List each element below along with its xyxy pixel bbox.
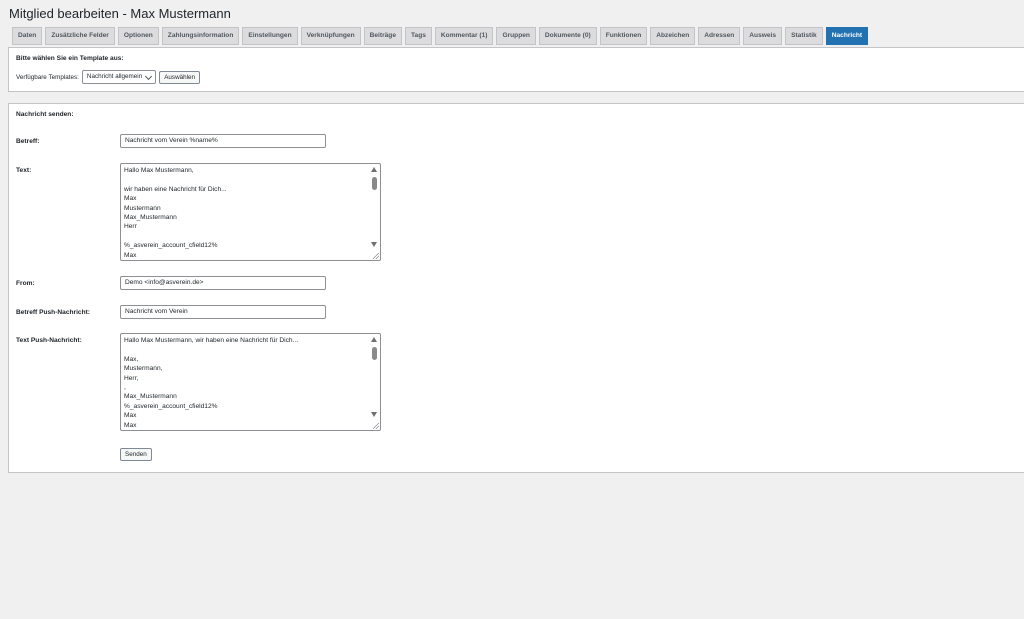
text-line: wir haben eine Nachricht für Dich... xyxy=(124,185,227,193)
push-text-line xyxy=(124,345,368,354)
message-heading: Nachricht senden: xyxy=(16,111,74,118)
push-text-scrollbar[interactable] xyxy=(370,335,379,429)
template-label: Verfügbare Templates: xyxy=(16,73,79,81)
scroll-down-icon[interactable] xyxy=(371,412,377,417)
push-text-line: Max xyxy=(124,421,137,429)
page-title: Mitglied bearbeiten - Max Mustermann xyxy=(9,6,231,21)
tab-adressen[interactable]: Adressen xyxy=(698,27,741,45)
push-text-content: Hallo Max Mustermann, wir haben eine Nac… xyxy=(124,336,368,430)
push-text-line: , xyxy=(124,383,126,391)
chevron-down-icon xyxy=(145,72,153,80)
tab-beitraege[interactable]: Beiträge xyxy=(363,27,402,45)
tab-kommentar[interactable]: Kommentar (1) xyxy=(434,27,494,45)
template-heading: Bitte wählen Sie ein Template aus: xyxy=(16,55,124,62)
tab-dokumente[interactable]: Dokumente (0) xyxy=(538,27,597,45)
template-row: Verfügbare Templates: Nachricht allgemei… xyxy=(16,70,201,84)
push-text-line: Mustermann, xyxy=(124,365,163,373)
push-text-line: %_asverein_account_cfield12% xyxy=(124,402,218,410)
scroll-thumb[interactable] xyxy=(372,347,377,360)
from-input[interactable]: Demo <info@asverein.de> xyxy=(120,276,326,290)
template-panel: Bitte wählen Sie ein Template aus: Verfü… xyxy=(8,47,1024,92)
tab-statistik[interactable]: Statistik xyxy=(785,27,823,45)
text-scrollbar[interactable] xyxy=(370,165,379,259)
push-text-line: Herr, xyxy=(124,374,139,382)
send-button[interactable]: Senden xyxy=(120,448,152,461)
scroll-thumb[interactable] xyxy=(372,177,377,190)
tab-funktionen[interactable]: Funktionen xyxy=(599,27,648,45)
push-text-textarea[interactable]: Hallo Max Mustermann, wir haben eine Nac… xyxy=(120,333,381,431)
select-template-button[interactable]: Auswählen xyxy=(159,70,201,84)
text-line: Max xyxy=(124,251,137,259)
push-text-line: Hallo Max Mustermann, wir haben eine Nac… xyxy=(124,337,299,344)
resize-grip-icon[interactable] xyxy=(373,253,379,259)
text-line: %_asverein_account_cfield12% xyxy=(124,242,218,250)
from-label: From: xyxy=(16,280,35,287)
text-line: Max_Mustermann xyxy=(124,213,177,221)
push-subject-input[interactable]: Nachricht vom Verein xyxy=(120,305,326,319)
tab-ausweis[interactable]: Ausweis xyxy=(743,27,783,45)
scroll-up-icon[interactable] xyxy=(371,167,377,172)
message-panel: Nachricht senden: Betreff: Nachricht vom… xyxy=(8,103,1024,473)
text-line: Max xyxy=(124,195,137,203)
tab-optionen[interactable]: Optionen xyxy=(117,27,159,45)
push-subject-label: Betreff Push-Nachricht: xyxy=(16,309,91,316)
tab-verknuepfungen[interactable]: Verknüpfungen xyxy=(300,27,361,45)
tab-tags[interactable]: Tags xyxy=(405,27,432,45)
tab-einstellungen[interactable]: Einstellungen xyxy=(242,27,298,45)
resize-grip-icon[interactable] xyxy=(373,423,379,429)
tab-zahlungsinformation[interactable]: Zahlungsinformation xyxy=(161,27,240,45)
text-line: Hallo Max Mustermann, xyxy=(124,167,194,174)
template-select[interactable]: Nachricht allgemein xyxy=(81,70,157,84)
text-line xyxy=(124,175,368,184)
push-text-label: Text Push-Nachricht: xyxy=(16,337,82,344)
scroll-up-icon[interactable] xyxy=(371,337,377,342)
tab-bar: Daten Zusätzliche Felder Optionen Zahlun… xyxy=(12,27,869,45)
push-text-line: Max, xyxy=(124,355,139,363)
text-textarea[interactable]: Hallo Max Mustermann, wir haben eine Nac… xyxy=(120,163,381,261)
text-label: Text: xyxy=(16,167,32,174)
text-line: Herr xyxy=(124,223,137,231)
subject-label: Betreff: xyxy=(16,138,40,145)
scroll-down-icon[interactable] xyxy=(371,242,377,247)
template-select-value: Nachricht allgemein xyxy=(86,73,143,80)
subject-input[interactable]: Nachricht vom Verein %name% xyxy=(120,134,326,148)
text-content: Hallo Max Mustermann, wir haben eine Nac… xyxy=(124,166,368,260)
text-line xyxy=(124,232,368,241)
push-text-line: Max xyxy=(124,412,137,420)
tab-daten[interactable]: Daten xyxy=(12,27,43,45)
tab-gruppen[interactable]: Gruppen xyxy=(496,27,536,45)
tab-abzeichen[interactable]: Abzeichen xyxy=(650,27,696,45)
tab-zusaetzliche-felder[interactable]: Zusätzliche Felder xyxy=(45,27,115,45)
tab-nachricht[interactable]: Nachricht xyxy=(825,27,869,45)
text-line: Mustermann xyxy=(124,204,161,212)
push-text-line: Max_Mustermann xyxy=(124,393,177,401)
